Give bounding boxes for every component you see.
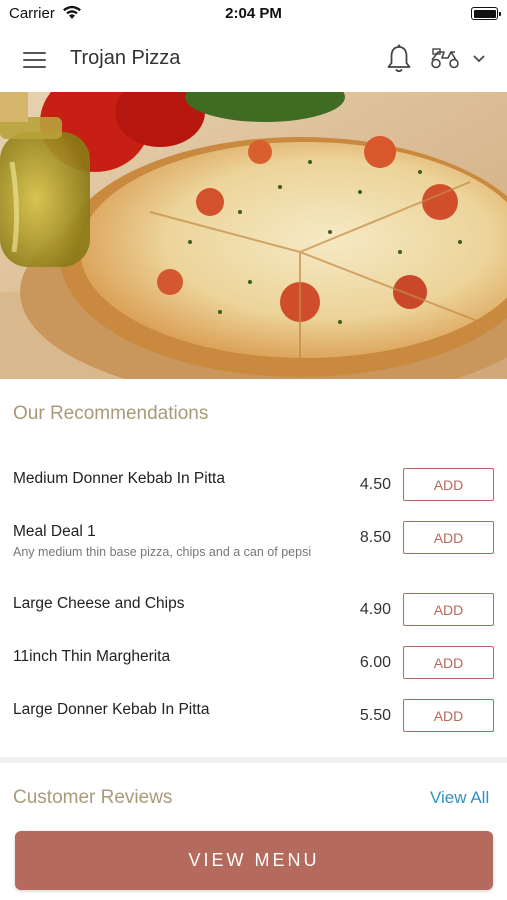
pizza-illustration [0,92,507,379]
battery-icon [471,7,501,20]
item-price: 8.50 [359,529,391,546]
delivery-scooter-icon[interactable] [430,48,462,70]
app-title: Trojan Pizza [70,47,181,69]
app-header: Trojan Pizza [0,28,507,92]
hero-pizza-image [0,92,507,379]
item-price: 4.90 [359,601,391,618]
item-price: 4.50 [359,476,391,493]
item-name: Large Cheese and Chips [13,595,185,612]
add-button[interactable]: ADD [403,468,494,501]
hamburger-menu-icon[interactable] [22,49,48,71]
add-button[interactable]: ADD [403,699,494,732]
add-button[interactable]: ADD [403,521,494,554]
chevron-down-icon[interactable] [472,54,486,64]
bell-icon[interactable] [385,43,413,75]
view-all-reviews-link[interactable]: View All [430,788,489,808]
item-price: 6.00 [359,654,391,671]
section-divider [0,757,507,763]
item-name: 11inch Thin Margherita [13,648,171,665]
item-name: Large Donner Kebab In Pitta [13,701,210,718]
item-description: Any medium thin base pizza, chips and a … [13,545,312,559]
reviews-heading: Customer Reviews [13,787,173,808]
add-button[interactable]: ADD [403,646,494,679]
item-name: Medium Donner Kebab In Pitta [13,470,225,487]
view-menu-button[interactable]: VIEW MENU [15,831,493,890]
recommendations-heading: Our Recommendations [13,403,209,424]
add-button[interactable]: ADD [403,593,494,626]
status-bar: Carrier 2:04 PM [0,0,507,28]
item-name: Meal Deal 1 [13,523,96,540]
item-price: 5.50 [359,707,391,724]
status-time: 2:04 PM [225,5,282,22]
